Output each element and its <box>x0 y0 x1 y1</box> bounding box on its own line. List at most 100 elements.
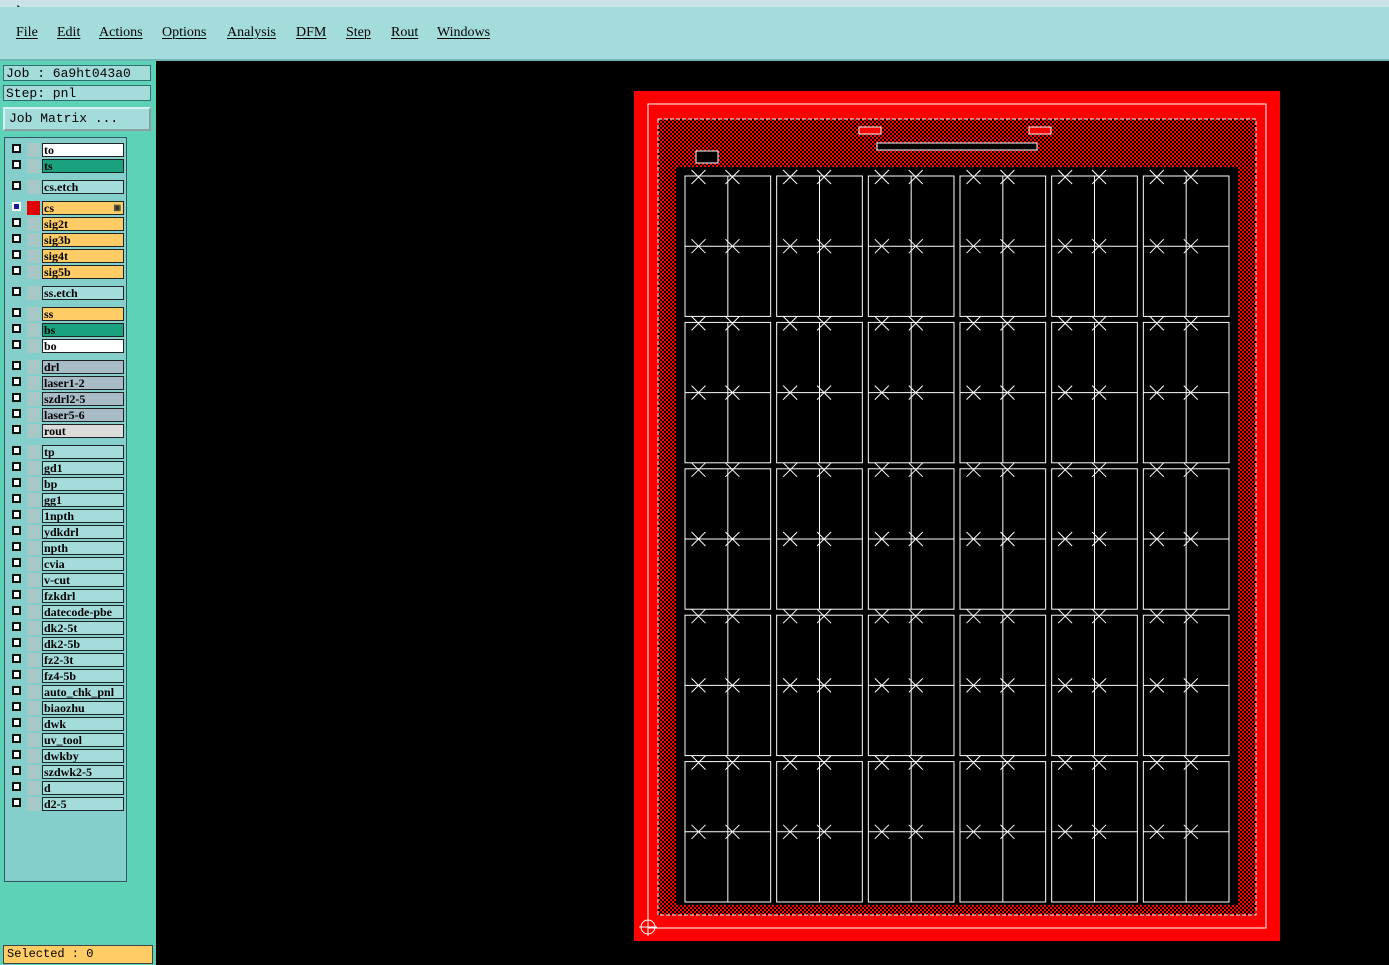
layer-affected-checkbox[interactable] <box>12 446 21 455</box>
layer-name[interactable]: uv_tool <box>42 733 124 747</box>
layer-row[interactable]: fzkdrl <box>7 589 126 603</box>
layer-display-swatch[interactable] <box>27 445 40 459</box>
layer-name[interactable]: ts <box>42 159 124 173</box>
layer-row[interactable]: ss.etch <box>7 286 126 300</box>
layer-name[interactable]: fz4-5b <box>42 669 124 683</box>
layer-display-swatch[interactable] <box>27 749 40 763</box>
menu-windows[interactable]: Windows <box>437 25 490 41</box>
layer-name[interactable]: npth <box>42 541 124 555</box>
layer-affected-checkbox[interactable] <box>12 324 21 333</box>
layer-name[interactable]: ydkdrl <box>42 525 124 539</box>
layer-name[interactable]: d2-5 <box>42 797 124 811</box>
layer-row[interactable]: laser1-2 <box>7 376 126 390</box>
layer-name[interactable]: biaozhu <box>42 701 124 715</box>
layer-row[interactable]: tp <box>7 445 126 459</box>
layer-row[interactable]: ss <box>7 307 126 321</box>
layer-row[interactable]: dwkby <box>7 749 126 763</box>
layer-display-swatch[interactable] <box>27 360 40 374</box>
layer-affected-checkbox[interactable] <box>12 308 21 317</box>
layer-affected-checkbox[interactable] <box>12 494 21 503</box>
layer-name[interactable]: szdrl2-5 <box>42 392 124 406</box>
layer-row[interactable]: sig3b <box>7 233 126 247</box>
layer-name[interactable]: sig5b <box>42 265 124 279</box>
layer-display-swatch[interactable] <box>27 307 40 321</box>
layer-name[interactable]: sig4t <box>42 249 124 263</box>
layer-row[interactable]: dk2-5b <box>7 637 126 651</box>
layer-row[interactable]: sig2t <box>7 217 126 231</box>
layer-display-swatch[interactable] <box>27 573 40 587</box>
layer-row[interactable]: d <box>7 781 126 795</box>
menu-options[interactable]: Options <box>162 25 206 41</box>
layer-affected-checkbox[interactable] <box>12 686 21 695</box>
layer-name[interactable]: cs ▣ <box>42 201 124 215</box>
layer-name[interactable]: gg1 <box>42 493 124 507</box>
layer-name[interactable]: sig3b <box>42 233 124 247</box>
layer-affected-checkbox[interactable] <box>12 510 21 519</box>
layer-display-swatch[interactable] <box>27 669 40 683</box>
layer-affected-checkbox[interactable] <box>12 734 21 743</box>
layer-row[interactable]: ydkdrl <box>7 525 126 539</box>
layer-display-swatch[interactable] <box>27 605 40 619</box>
layer-display-swatch[interactable] <box>27 541 40 555</box>
layer-row[interactable]: bp <box>7 477 126 491</box>
layer-name[interactable]: cvia <box>42 557 124 571</box>
layer-row[interactable]: gd1 <box>7 461 126 475</box>
layer-row[interactable]: gg1 <box>7 493 126 507</box>
layer-affected-checkbox[interactable] <box>12 377 21 386</box>
layer-affected-checkbox[interactable] <box>12 718 21 727</box>
layer-affected-checkbox[interactable] <box>12 670 21 679</box>
layer-name[interactable]: szdwk2-5 <box>42 765 124 779</box>
layer-row[interactable]: ts <box>7 159 126 173</box>
layer-affected-checkbox[interactable] <box>12 181 21 190</box>
layer-affected-checkbox[interactable] <box>12 798 21 807</box>
layer-name[interactable]: bp <box>42 477 124 491</box>
layer-row[interactable]: dwk <box>7 717 126 731</box>
layer-name[interactable]: laser5-6 <box>42 408 124 422</box>
layer-affected-checkbox[interactable] <box>12 542 21 551</box>
job-matrix-button[interactable]: Job Matrix ... <box>3 107 151 131</box>
layer-display-swatch[interactable] <box>27 461 40 475</box>
layer-display-swatch[interactable] <box>27 180 40 194</box>
layer-row[interactable]: szdwk2-5 <box>7 765 126 779</box>
layer-row[interactable]: npth <box>7 541 126 555</box>
layer-name[interactable]: v-cut <box>42 573 124 587</box>
menu-file[interactable]: File <box>16 25 38 41</box>
layer-display-swatch[interactable] <box>27 717 40 731</box>
layer-name[interactable]: datecode-pbe <box>42 605 124 619</box>
layer-affected-checkbox[interactable] <box>12 409 21 418</box>
layer-display-swatch[interactable] <box>27 286 40 300</box>
layer-affected-checkbox[interactable] <box>12 393 21 402</box>
layer-display-swatch[interactable] <box>27 159 40 173</box>
layer-display-swatch[interactable] <box>27 323 40 337</box>
layer-name[interactable]: gd1 <box>42 461 124 475</box>
layer-name[interactable]: d <box>42 781 124 795</box>
layer-name[interactable]: dk2-5t <box>42 621 124 635</box>
layer-row[interactable]: cs ▣ <box>7 201 126 215</box>
layer-affected-checkbox[interactable] <box>12 654 21 663</box>
layer-name[interactable]: dwkby <box>42 749 124 763</box>
layer-affected-checkbox[interactable] <box>12 250 21 259</box>
layer-name[interactable]: rout <box>42 424 124 438</box>
layer-name[interactable]: auto_chk_pnl <box>42 685 124 699</box>
layer-affected-checkbox[interactable] <box>12 478 21 487</box>
layer-affected-checkbox[interactable] <box>12 526 21 535</box>
layer-name[interactable]: bs <box>42 323 124 337</box>
layer-row[interactable]: fz4-5b <box>7 669 126 683</box>
layer-row[interactable]: bs <box>7 323 126 337</box>
layer-row[interactable]: drl <box>7 360 126 374</box>
layer-display-swatch[interactable] <box>27 621 40 635</box>
layer-display-swatch[interactable] <box>27 265 40 279</box>
layer-display-swatch[interactable] <box>27 201 40 215</box>
layer-row[interactable]: d2-5 <box>7 797 126 811</box>
layer-display-swatch[interactable] <box>27 509 40 523</box>
layer-name[interactable]: 1npth <box>42 509 124 523</box>
layer-affected-checkbox[interactable] <box>12 558 21 567</box>
layer-row[interactable]: cs.etch <box>7 180 126 194</box>
layer-affected-checkbox[interactable] <box>12 462 21 471</box>
layer-affected-checkbox[interactable] <box>12 750 21 759</box>
layer-affected-checkbox[interactable] <box>12 144 21 153</box>
layer-name[interactable]: dk2-5b <box>42 637 124 651</box>
layer-row[interactable]: v-cut <box>7 573 126 587</box>
layer-name[interactable]: cs.etch <box>42 180 124 194</box>
layer-affected-checkbox[interactable] <box>12 218 21 227</box>
